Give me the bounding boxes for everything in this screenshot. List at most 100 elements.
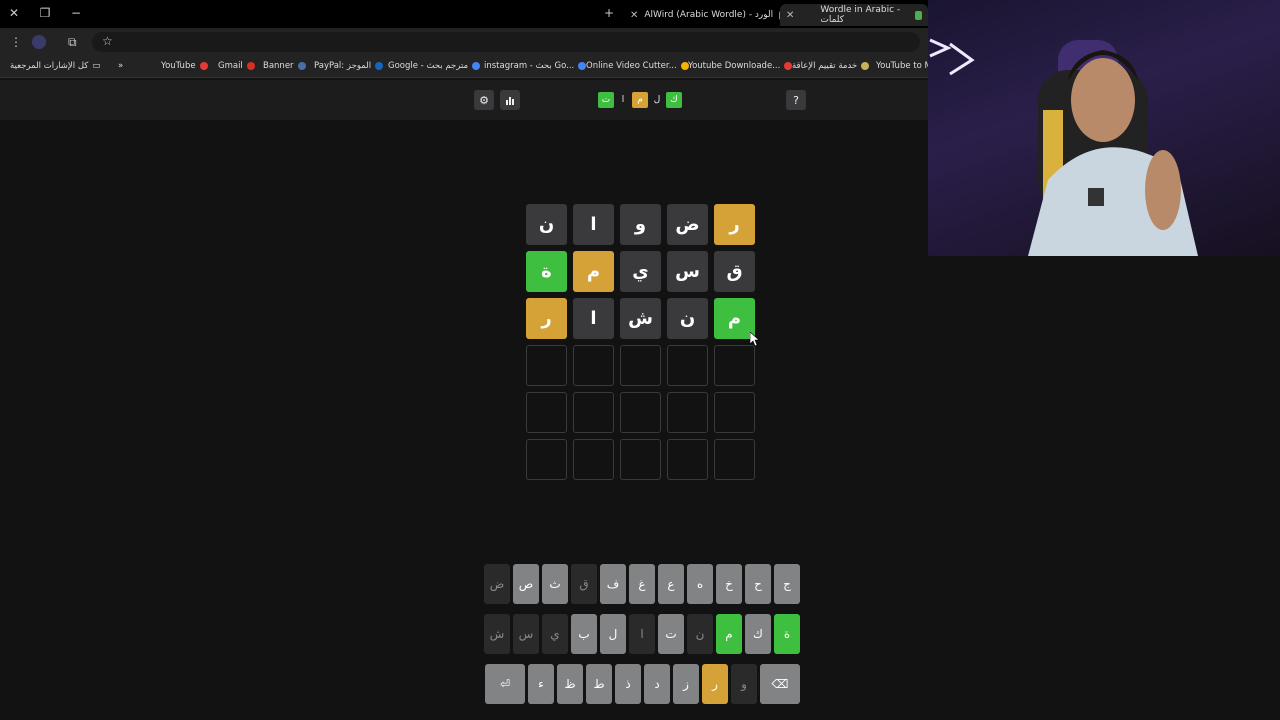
logo-letter: ك [666,92,682,108]
bookmark-favicon-icon [375,62,384,70]
bookmark-favicon-icon [246,62,255,70]
keyboard-key[interactable]: خ [716,564,742,604]
bookmark-item[interactable]: PayPal: الموجز [314,61,384,71]
board-tile: ا [573,298,614,339]
address-bar[interactable]: ☆ [92,32,920,52]
bookmark-label: Banner [263,61,294,71]
board-tile [573,392,614,433]
keyboard-key[interactable]: ط [586,664,612,704]
extensions-icon[interactable]: ⧉ [68,35,77,50]
keyboard-key[interactable]: ه [687,564,713,604]
tab-close-icon[interactable]: ✕ [786,10,794,21]
keyboard-key[interactable]: ا [629,614,655,654]
chevron-icon: » [118,61,124,71]
all-bookmarks-label: كل الإشارات المرجعية [10,61,89,71]
minimize-window-icon[interactable]: − [68,6,84,20]
tab-title: AlWird (Arabic Wordle) - الورد [644,10,774,20]
keyboard-key[interactable]: ل [600,614,626,654]
board-tile [714,392,755,433]
board-tile [667,392,708,433]
bookmark-item[interactable]: instagram - بحث Go... [484,61,587,71]
board-row [526,392,755,433]
keyboard-key[interactable]: ن [687,614,713,654]
board-tile [620,345,661,386]
keyboard-key[interactable]: ب [571,614,597,654]
help-icon: ? [793,93,799,107]
new-tab-icon[interactable]: + [601,6,617,20]
bookmark-label: YouTube [161,61,196,71]
keyboard-key[interactable]: د [644,664,670,704]
backspace-key[interactable]: ⌫ [760,664,800,704]
board-tile: ر [526,298,567,339]
browser-tab-bar: ✕ ❐ − + ✕ AlWird (Arabic Wordle) - الورد… [0,0,928,28]
board-tile: ة [526,251,567,292]
keyboard-key[interactable]: ص [513,564,539,604]
tab-close-icon[interactable]: ✕ [630,10,638,21]
keyboard-key[interactable]: ت [658,614,684,654]
board-tile: ر [714,204,755,245]
board-tile [667,439,708,480]
keyboard-key[interactable]: ح [745,564,771,604]
bookmark-label: Online Video Cutter... [586,61,677,71]
keyboard-key[interactable]: ظ [557,664,583,704]
help-button[interactable]: ? [786,90,806,110]
keyboard-key[interactable]: ة [774,614,800,654]
bar-chart-icon [506,97,514,105]
keyboard-key[interactable]: ث [542,564,568,604]
keyboard-key[interactable]: ع [658,564,684,604]
stats-button[interactable] [500,90,520,110]
enter-key[interactable]: ⏎ [485,664,525,704]
logo-letter: ل [653,95,661,105]
close-window-icon[interactable]: ✕ [6,6,22,20]
board-row [526,439,755,480]
keyboard-key[interactable]: ض [484,564,510,604]
keyboard-row: جحخهعغفقثصض [480,564,800,604]
bookmark-item[interactable]: Online Video Cutter... [586,61,689,71]
bookmark-item[interactable]: YouTube [161,61,208,71]
board-tile [526,439,567,480]
keyboard-key[interactable]: ف [600,564,626,604]
keyboard-key[interactable]: س [513,614,539,654]
bookmark-item[interactable]: Banner [263,61,306,71]
keyboard-key[interactable]: غ [629,564,655,604]
keyboard-key[interactable]: ر [702,664,728,704]
profile-avatar-icon[interactable] [32,35,46,49]
board-tile [714,439,755,480]
tab-wordle-arabic[interactable]: ✕ Wordle in Arabic - كلمات [780,4,928,26]
board-tile: و [620,204,661,245]
keyboard-key[interactable]: م [716,614,742,654]
keyboard-key[interactable]: ش [484,614,510,654]
bookmark-star-icon[interactable]: ☆ [102,34,113,48]
bookmarks-overflow-button[interactable]: » [118,61,123,71]
bookmark-favicon-icon [297,62,306,70]
keyboard-key[interactable]: ء [528,664,554,704]
menu-icon[interactable]: ⋮ [10,35,22,49]
tab-alwird[interactable]: ✕ AlWird (Arabic Wordle) - الورد [624,4,794,26]
keyboard-key[interactable]: ك [745,614,771,654]
bookmarks-bar: كل الإشارات المرجعية ▭ » YouTube to M خدم… [0,56,944,78]
keyboard-key[interactable]: ز [673,664,699,704]
board-tile: ا [573,204,614,245]
settings-button[interactable]: ⚙ [474,90,494,110]
keyboard-key[interactable]: ذ [615,664,641,704]
tab-favicon-icon [914,10,922,20]
keyboard-key[interactable]: ق [571,564,597,604]
bookmark-item[interactable]: Gmail [218,61,255,71]
browser-toolbar: ⋮ ⧉ ☆ [0,28,928,56]
keyboard-key[interactable]: ي [542,614,568,654]
board-tile: م [573,251,614,292]
keyboard-key[interactable]: ج [774,564,800,604]
streamer-webcam-image [929,38,1198,256]
keyboard-key[interactable]: و [731,664,757,704]
bookmark-item[interactable]: Google - مترجم بحث [388,61,481,71]
bookmark-item[interactable]: Youtube Downloade... [688,61,793,71]
board-row: منشار [526,298,755,339]
restore-window-icon[interactable]: ❐ [37,6,53,20]
keyboard-row: ⌫ و ر ز د ذ ط ظ ء ⏎ [480,664,800,704]
bookmark-label: خدمة تقييم الإعاقة [792,61,858,71]
all-bookmarks-folder[interactable]: كل الإشارات المرجعية ▭ [10,61,100,71]
logo-letter: م [632,92,648,108]
board-tile: ي [620,251,661,292]
game-board: رضوانقسيمةمنشار [526,204,755,486]
bookmark-item[interactable]: خدمة تقييم الإعاقة [792,61,870,71]
